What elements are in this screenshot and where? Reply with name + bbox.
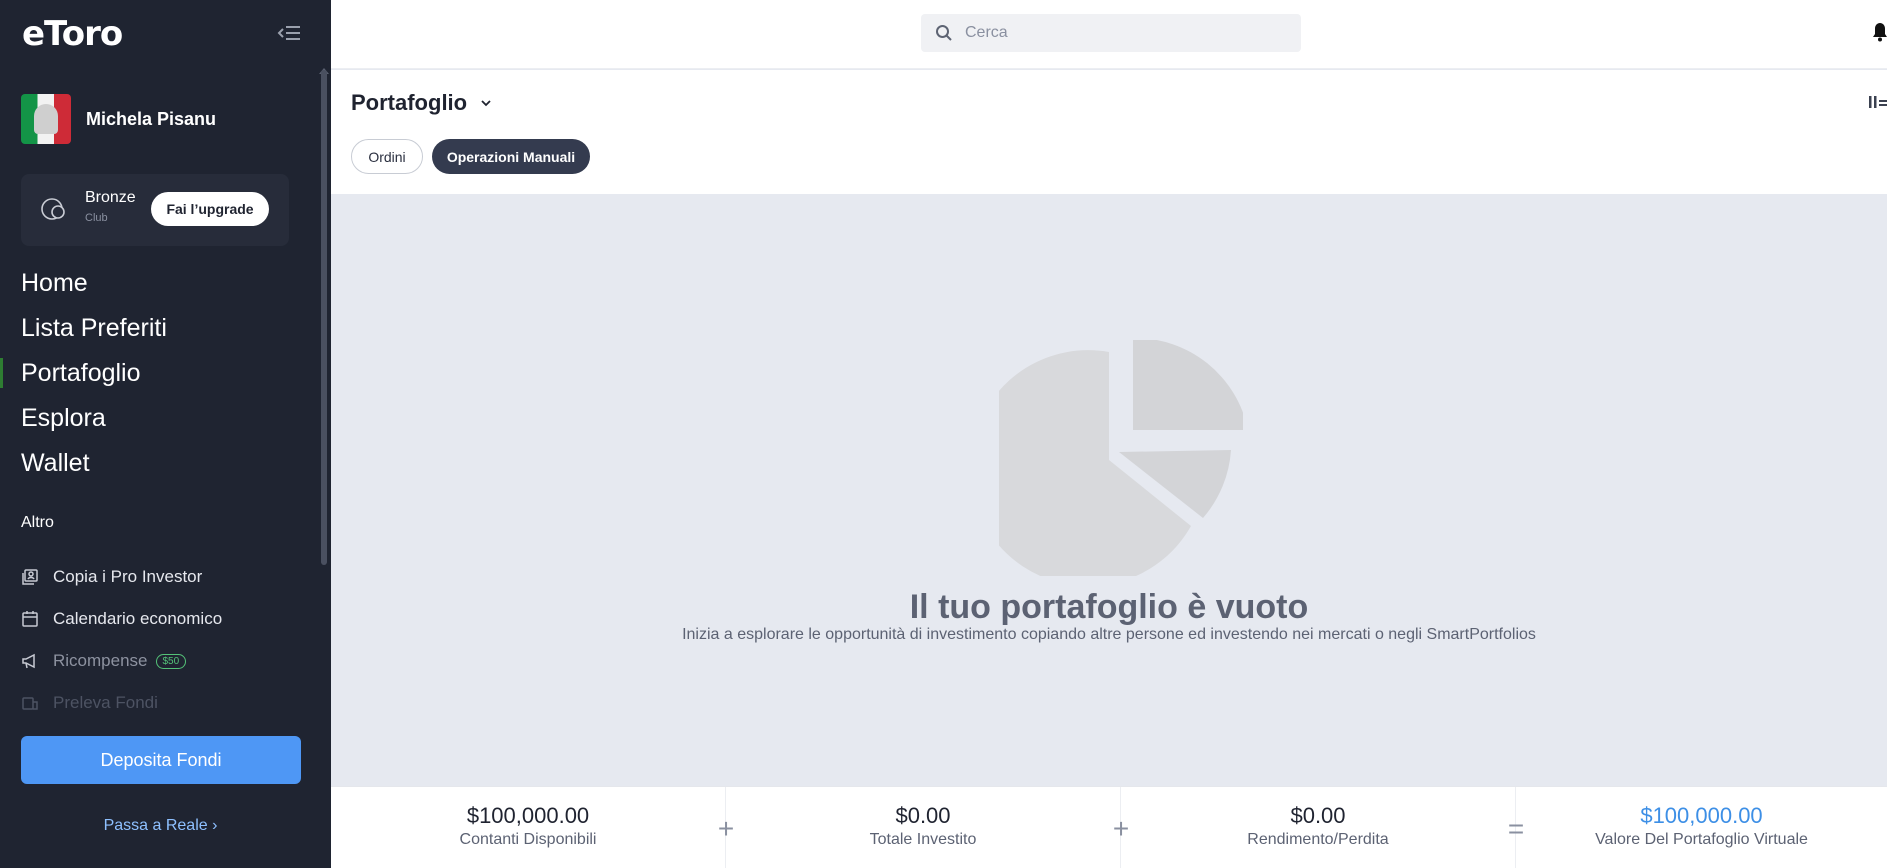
empty-state-subtitle: Inizia a esplorare le opportunità di inv… xyxy=(682,626,1536,643)
nav-item-label: Preleva Fondi xyxy=(53,693,158,712)
active-nav-indicator xyxy=(0,358,3,388)
stat-value: $0.00 xyxy=(895,803,951,828)
nav-item-copy-pro-investor[interactable]: Copia i Pro Investor xyxy=(21,556,222,598)
stat-available-cash: $100,000.00 Contanti Disponibili xyxy=(331,787,726,868)
nav-item-label: Copia i Pro Investor xyxy=(53,567,203,586)
switch-to-real-label: Passa a Reale xyxy=(103,817,208,834)
avatar[interactable] xyxy=(21,94,71,144)
nav-item-rewards[interactable]: Ricompense $50 xyxy=(21,640,222,682)
portfolio-summary-bar: $100,000.00 Contanti Disponibili + $0.00… xyxy=(331,786,1887,868)
calendar-icon xyxy=(21,610,39,628)
page-title: Portafoglio xyxy=(351,90,468,115)
copy-people-icon xyxy=(21,568,39,586)
club-title: Bronze xyxy=(85,189,136,206)
secondary-nav: Copia i Pro Investor Calendario economic… xyxy=(21,556,222,724)
sidebar: eToro Michela Pisanu Bronze Club Fai l’u… xyxy=(0,0,331,868)
etoro-logo[interactable]: eToro xyxy=(22,14,123,54)
chevron-right-icon: › xyxy=(212,817,218,834)
stat-profit-loss: $0.00 Rendimento/Perdita xyxy=(1121,787,1516,868)
notifications-bell-icon[interactable] xyxy=(1872,22,1887,42)
stat-label: Valore Del Portafoglio Virtuale xyxy=(1595,831,1808,848)
withdraw-icon xyxy=(21,694,39,712)
stat-label: Contanti Disponibili xyxy=(459,831,597,848)
stat-label: Totale Investito xyxy=(869,831,977,848)
club-tier-icon xyxy=(39,194,69,224)
view-toggle-icon[interactable] xyxy=(1869,94,1887,110)
top-bar xyxy=(331,0,1887,69)
stat-value: $0.00 xyxy=(1290,803,1346,828)
rewards-badge: $50 xyxy=(155,653,187,669)
empty-state-title: Il tuo portafoglio è vuoto xyxy=(909,588,1309,626)
tab-orders[interactable]: Ordini xyxy=(351,139,423,174)
club-card: Bronze Club Fai l’upgrade xyxy=(21,174,289,246)
nav-item-home[interactable]: Home xyxy=(21,266,167,311)
collapse-sidebar-icon[interactable] xyxy=(276,20,302,46)
megaphone-icon xyxy=(21,652,39,670)
pie-chart-illustration-icon xyxy=(970,337,1248,587)
stat-virtual-portfolio-value: $100,000.00 Valore Del Portafoglio Virtu… xyxy=(1516,787,1887,868)
nav-item-economic-calendar[interactable]: Calendario economico xyxy=(21,598,222,640)
empty-portfolio-state: Il tuo portafoglio è vuoto Inizia a espl… xyxy=(331,194,1887,786)
tab-manual-trades[interactable]: Operazioni Manuali xyxy=(432,139,590,174)
upgrade-button[interactable]: Fai l’upgrade xyxy=(151,192,269,226)
stat-total-invested: $0.00 Totale Investito xyxy=(726,787,1121,868)
section-label-altro: Altro xyxy=(21,514,54,531)
user-profile[interactable]: Michela Pisanu xyxy=(21,94,216,144)
nav-item-withdraw[interactable]: Preleva Fondi xyxy=(21,682,222,724)
search-icon xyxy=(935,24,953,42)
nav-item-label: Ricompense xyxy=(53,651,148,670)
stat-value: $100,000.00 xyxy=(1640,803,1763,828)
nav-item-watchlist[interactable]: Lista Preferiti xyxy=(21,311,167,356)
nav-item-label: Calendario economico xyxy=(53,609,223,628)
sidebar-scrollbar[interactable] xyxy=(321,70,327,565)
user-name[interactable]: Michela Pisanu xyxy=(86,109,216,130)
portfolio-header: Portafoglio Ordini Operazioni Manuali xyxy=(331,70,1887,194)
nav-item-wallet[interactable]: Wallet xyxy=(21,446,167,491)
chevron-down-icon xyxy=(479,96,493,110)
deposit-funds-button[interactable]: Deposita Fondi xyxy=(21,736,301,784)
stat-label: Rendimento/Perdita xyxy=(1247,831,1389,848)
nav-item-explore[interactable]: Esplora xyxy=(21,401,167,446)
switch-to-real-link[interactable]: Passa a Reale › xyxy=(0,817,321,835)
main-nav: Home Lista Preferiti Portafoglio Esplora… xyxy=(21,266,167,491)
search-input[interactable] xyxy=(965,24,1285,42)
nav-item-portfolio[interactable]: Portafoglio xyxy=(21,356,167,401)
search-bar[interactable] xyxy=(921,14,1301,52)
stat-value: $100,000.00 xyxy=(466,803,590,828)
portfolio-title-dropdown[interactable]: Portafoglio xyxy=(351,90,493,116)
club-subtitle: Club xyxy=(85,212,108,224)
